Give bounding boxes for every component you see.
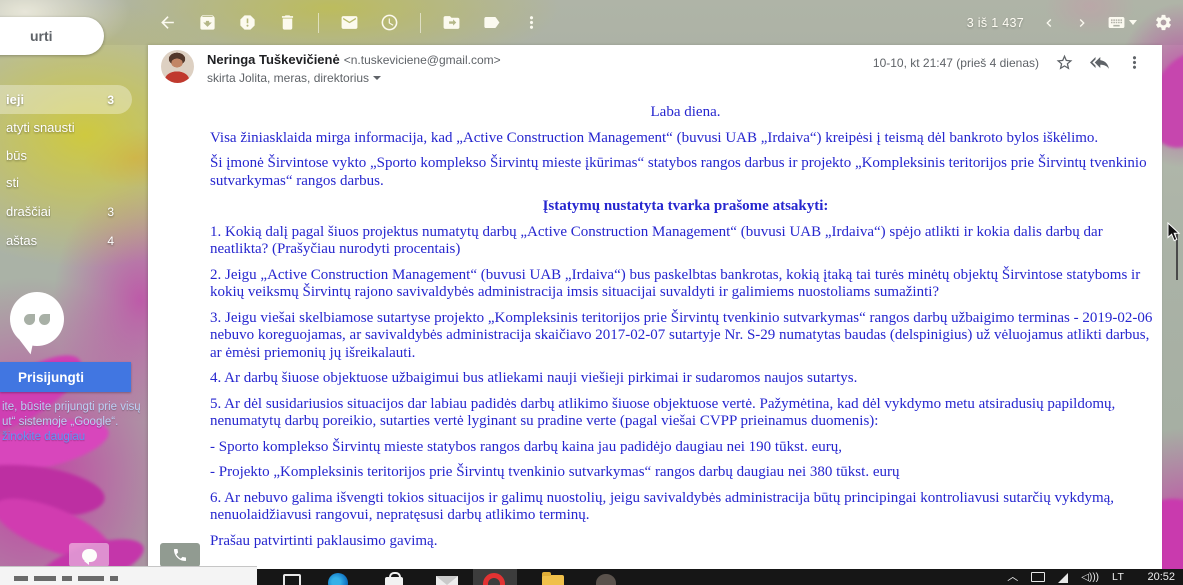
reply-all-icon[interactable] [1090,53,1109,72]
recipients-row[interactable]: skirta Jolita, meras, direktorius [207,71,381,85]
task-view-icon[interactable] [283,574,301,585]
calls-tab-phone-icon[interactable] [160,543,200,567]
sidebar-item-label: aštas [6,233,37,248]
toolbar-divider [318,13,319,33]
spam-count: 4 [107,234,114,248]
body-paragraph: Visa žiniasklaida mirga informacija, kad… [210,130,1161,148]
sidebar-item-important[interactable]: būs [0,141,132,170]
contacts-tab-person-icon[interactable] [0,543,10,567]
hangouts-logo-icon [10,292,64,346]
body-question: 3. Jeigu viešai skelbiamose sutartyse pr… [210,310,1161,363]
header-actions: 10-10, kt 21:47 (prieš 4 dienas) [873,53,1144,72]
more-icon[interactable] [522,13,541,32]
pagination-toolbar: 3 iš 1 437 [967,0,1173,45]
learn-more-link[interactable]: žinokite daugiau [2,430,144,445]
body-question: 1. Kokią dalį pagal šiuos projektus numa… [210,224,1161,259]
chevron-down-icon [1129,20,1137,25]
email-header: Neringa Tuškevičienė <n.tuskeviciene@gmai… [148,45,1162,93]
newer-icon[interactable] [1041,15,1057,31]
settings-gear-icon[interactable] [1154,13,1173,32]
sidebar-item-label: atyti snausti [6,120,75,135]
edge-browser-icon[interactable] [328,573,348,585]
screen: 3 iš 1 437 urti ieji 3 atyti snausti būs… [0,0,1183,585]
email-date: 10-10, kt 21:47 (prieš 4 dienas) [873,56,1039,70]
mail-app-icon[interactable] [436,576,458,585]
file-explorer-icon[interactable] [542,575,564,585]
volume-icon[interactable]: ◁))) [1081,571,1099,584]
sidebar-item-sent[interactable]: sti [0,168,132,197]
body-question: 6. Ar nebuvo galima išvengti tokios situ… [210,490,1161,525]
toolbar-divider [420,13,421,33]
body-bullet: - Projekto „Kompleksinis teritorijos pri… [210,464,1161,482]
system-tray: ︿ ◁))) LT 20:52 [1007,569,1175,585]
move-to-icon[interactable] [442,13,461,32]
clock[interactable]: 20:52 [1147,571,1175,584]
input-tools-icon[interactable] [1107,13,1137,32]
tray-expand-icon[interactable]: ︿ [1007,571,1018,583]
sender-name: Neringa Tuškevičienė [207,52,340,67]
microsoft-store-icon[interactable] [385,577,403,585]
hangouts-info-line: ut“ sistemoje „Google“. [2,415,144,430]
sidebar-item-inbox[interactable]: ieji 3 [0,85,132,114]
delete-icon[interactable] [278,13,297,32]
archive-icon[interactable] [198,13,217,32]
hangouts-signin-button[interactable]: Prisijungti [0,362,131,392]
network-icon[interactable] [1058,573,1068,583]
mouse-cursor [1167,222,1181,247]
drafts-count: 3 [107,205,114,219]
body-greeting: Laba diena. [210,104,1161,122]
hangouts-info-line: ite, būsite prijungti prie visų [2,400,144,415]
hangouts-info-text: ite, būsite prijungti prie visų ut“ sist… [2,400,144,445]
sidebar-item-spam[interactable]: aštas 4 [0,226,132,255]
body-closing: Prašau patvirtinti paklausimo gavimą. [210,533,1161,551]
sidebar-item-drafts[interactable]: draščiai 3 [0,197,132,226]
body-heading: Įstatymų nustatyta tvarka prašome atsaky… [210,198,1161,216]
conversations-tab-chat-icon[interactable] [69,543,109,567]
mail-toolbar [158,0,541,45]
body-bullet: - Sporto komplekso Širvintų mieste staty… [210,439,1161,457]
sidebar-item-label: ieji [6,92,24,107]
body-paragraph: Ši įmonė Širvintose vykto „Sporto komple… [210,155,1161,190]
mail-sidebar: urti ieji 3 atyti snausti būs sti drašči… [0,0,148,585]
compose-button[interactable]: urti [0,17,104,55]
hangouts-tab-bar [0,543,220,567]
unread-count: 3 [107,93,114,107]
body-question: 4. Ar darbų šiuose objektuose užbaigimui… [210,370,1161,388]
recipients-text: skirta Jolita, meras, direktorius [207,71,369,85]
sender-avatar[interactable] [161,50,194,83]
body-question: 5. Ar dėl susidariusios situacijos dar l… [210,396,1161,431]
back-icon[interactable] [158,13,177,32]
mark-unread-icon[interactable] [340,13,359,32]
report-spam-icon[interactable] [238,13,257,32]
gimp-app-icon[interactable] [596,574,616,585]
snooze-icon[interactable] [380,13,399,32]
signin-label: Prisijungti [18,370,84,385]
email-counter: 3 iš 1 437 [967,16,1024,30]
email-body: Laba diena. Visa žiniasklaida mirga info… [210,96,1161,585]
email-reading-pane: Neringa Tuškevičienė <n.tuskeviciene@gmai… [148,45,1162,585]
background-window-strip [0,566,257,585]
body-question: 2. Jeigu „Active Construction Management… [210,267,1161,302]
sidebar-item-snoozed[interactable]: atyti snausti [0,113,132,142]
sender-address: <n.tuskeviciene@gmail.com> [344,53,501,67]
message-more-icon[interactable] [1125,53,1144,72]
language-indicator[interactable]: LT [1112,571,1124,584]
sender-line: Neringa Tuškevičienė <n.tuskeviciene@gmai… [207,52,501,67]
labels-icon[interactable] [482,13,501,32]
star-icon[interactable] [1055,53,1074,72]
details-chevron-icon [373,76,381,80]
sidebar-item-label: draščiai [6,204,51,219]
sidebar-item-label: sti [6,175,19,190]
older-icon[interactable] [1074,15,1090,31]
display-icon[interactable] [1031,572,1045,582]
compose-label: urti [30,28,53,44]
sidebar-item-label: būs [6,148,27,163]
